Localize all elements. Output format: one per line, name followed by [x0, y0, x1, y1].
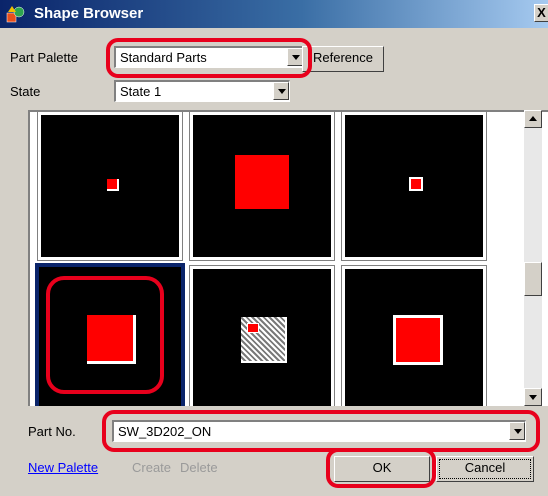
small-red-square-shape: [107, 179, 119, 191]
ok-button-label: OK: [372, 460, 392, 475]
state-select[interactable]: State 1: [114, 80, 290, 102]
part-thumbnail-3[interactable]: [341, 112, 487, 261]
shape-browser-icon: [6, 6, 25, 23]
window-title: Shape Browser: [34, 5, 144, 22]
part-palette-label: Part Palette: [10, 50, 78, 65]
state-label: State: [10, 84, 41, 99]
parts-browser-grid: [28, 110, 548, 406]
part-no-value: SW_3D202_ON: [118, 424, 212, 439]
red-indicator-shape: [247, 323, 259, 333]
shape-browser-window: Shape Browser X Part Palette Standard Pa…: [0, 0, 548, 496]
title-bar: Shape Browser X: [0, 0, 548, 28]
small-red-square-bevel-shape: [409, 177, 423, 191]
part-palette-value: Standard Parts: [120, 50, 207, 65]
delete-button[interactable]: Delete: [180, 460, 218, 475]
cancel-button-label: Cancel: [464, 460, 506, 475]
close-button[interactable]: X: [534, 4, 548, 22]
scroll-down-icon[interactable]: [524, 388, 542, 406]
part-no-select[interactable]: SW_3D202_ON: [112, 420, 526, 442]
part-thumbnail-2[interactable]: [189, 112, 335, 261]
state-value: State 1: [120, 84, 162, 99]
chevron-down-icon[interactable]: [287, 48, 303, 66]
red-square-border-shape: [393, 315, 443, 365]
part-thumbnail-1[interactable]: [37, 112, 183, 261]
part-thumbnail-6[interactable]: [341, 265, 487, 406]
scroll-up-icon[interactable]: [524, 110, 542, 128]
part-thumbnail-5[interactable]: [189, 265, 335, 406]
reference-button-label: Reference: [313, 50, 373, 65]
part-no-label: Part No.: [28, 424, 76, 439]
cancel-button[interactable]: Cancel: [436, 456, 534, 482]
scroll-thumb[interactable]: [524, 262, 542, 296]
grid-scrollbar[interactable]: [524, 110, 542, 406]
reference-button[interactable]: Reference: [302, 46, 384, 72]
part-palette-select[interactable]: Standard Parts: [114, 46, 304, 68]
create-button[interactable]: Create: [132, 460, 171, 475]
new-palette-link[interactable]: New Palette: [28, 460, 98, 475]
chevron-down-icon[interactable]: [273, 82, 289, 100]
red-square-bevel-shape: [87, 315, 136, 364]
chevron-down-icon[interactable]: [509, 422, 525, 440]
large-red-square-shape: [235, 155, 289, 209]
part-thumbnail-4-selected[interactable]: [35, 263, 185, 406]
close-icon: X: [537, 5, 546, 20]
ok-button[interactable]: OK: [334, 456, 430, 482]
